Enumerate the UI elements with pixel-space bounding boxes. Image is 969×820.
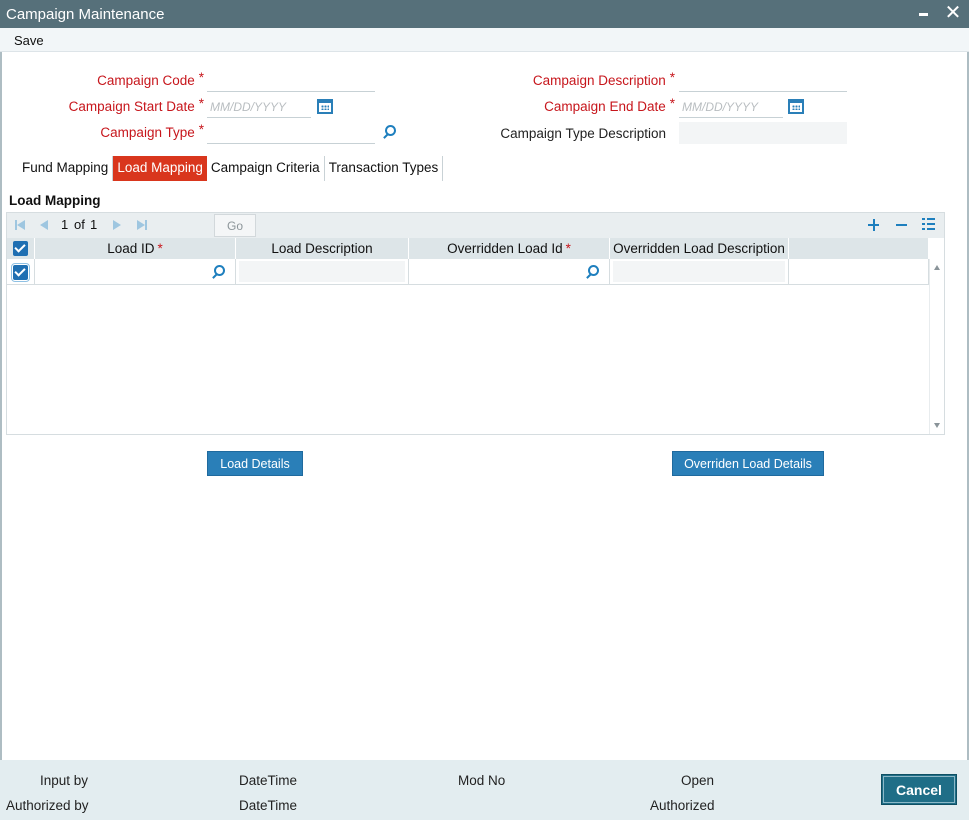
- campaign-end-date-label: Campaign End Date *: [544, 96, 675, 114]
- overridden-load-id-cell: [409, 259, 610, 285]
- column-header-empty: [789, 238, 929, 259]
- search-icon[interactable]: [382, 125, 396, 139]
- grid-header: Load ID * Load Description Overridden Loa…: [7, 238, 929, 259]
- section-title: Load Mapping: [9, 193, 101, 208]
- campaign-start-date-input[interactable]: [207, 96, 311, 118]
- last-page-icon[interactable]: [135, 218, 149, 232]
- empty-cell: [789, 259, 929, 285]
- campaign-code-input[interactable]: [207, 70, 375, 92]
- campaign-code-label: Campaign Code *: [97, 70, 204, 88]
- campaign-description-input[interactable]: [679, 70, 847, 92]
- menu-bar: Save: [0, 28, 969, 52]
- close-icon[interactable]: ✕: [944, 2, 962, 24]
- search-icon[interactable]: [211, 265, 225, 279]
- campaign-end-date-input[interactable]: [679, 96, 783, 118]
- mod-no-label: Mod No: [458, 773, 506, 788]
- first-page-icon[interactable]: [13, 218, 27, 232]
- campaign-start-date-label-text: Campaign Start Date: [68, 99, 195, 114]
- campaign-type-description-input: [679, 122, 847, 144]
- scroll-up-icon[interactable]: [934, 265, 940, 270]
- column-header-overridden-load-id[interactable]: Overridden Load Id *: [409, 238, 610, 259]
- required-mark: *: [198, 70, 204, 85]
- load-description-cell: [236, 259, 409, 285]
- grid-vertical-scrollbar[interactable]: [929, 259, 944, 434]
- pager-current-page: 1: [61, 217, 69, 232]
- column-header-load-id[interactable]: Load ID *: [35, 238, 236, 259]
- row-checkbox[interactable]: [11, 263, 30, 282]
- calendar-icon[interactable]: [788, 99, 804, 114]
- required-mark: *: [198, 96, 204, 111]
- overriden-load-details-button[interactable]: Overriden Load Details: [672, 451, 824, 476]
- grid-pager: 1 of 1 Go: [7, 213, 944, 238]
- scroll-down-icon[interactable]: [934, 423, 940, 428]
- table-row: [7, 259, 929, 285]
- row-select-cell: [7, 259, 35, 285]
- input-datetime-label: DateTime: [239, 773, 298, 788]
- campaign-type-label: Campaign Type *: [100, 122, 204, 140]
- column-header-label: Load ID: [107, 241, 155, 256]
- campaign-description-label-text: Campaign Description: [532, 73, 666, 88]
- tab-fund-mapping[interactable]: Fund Mapping: [14, 156, 114, 181]
- authorization-status-label: Authorized: [650, 798, 715, 813]
- required-mark: *: [565, 241, 571, 256]
- campaign-start-date-label: Campaign Start Date *: [68, 96, 204, 114]
- tab-strip: Fund Mapping Load Mapping Campaign Crite…: [14, 156, 444, 181]
- save-menu-item[interactable]: Save: [14, 33, 44, 48]
- campaign-type-input[interactable]: [207, 122, 375, 144]
- required-mark: *: [669, 70, 675, 85]
- column-header-label: Overridden Load Id: [447, 241, 563, 256]
- column-header-load-description[interactable]: Load Description: [236, 238, 409, 259]
- campaign-type-label-text: Campaign Type: [100, 125, 195, 140]
- authorized-by-label: Authorized by: [6, 798, 89, 813]
- campaign-code-label-text: Campaign Code: [97, 73, 195, 88]
- campaign-type-description-label: Campaign Type Description: [500, 126, 666, 141]
- load-id-input[interactable]: [37, 261, 207, 282]
- overridden-load-id-input[interactable]: [411, 261, 581, 282]
- go-button[interactable]: Go: [214, 214, 256, 237]
- tab-campaign-criteria[interactable]: Campaign Criteria: [207, 156, 325, 181]
- authorized-datetime-label: DateTime: [239, 798, 298, 813]
- pager-of-label: of: [74, 217, 85, 232]
- search-icon[interactable]: [585, 265, 599, 279]
- cancel-button[interactable]: Cancel: [881, 774, 957, 805]
- plus-icon[interactable]: [867, 216, 881, 234]
- campaign-end-date-label-text: Campaign End Date: [544, 99, 666, 114]
- minimize-icon[interactable]: [916, 4, 932, 22]
- tab-load-mapping[interactable]: Load Mapping: [113, 156, 207, 181]
- column-header-overridden-load-description[interactable]: Overridden Load Description: [610, 238, 789, 259]
- required-mark: *: [669, 96, 675, 111]
- window-title-bar: Campaign Maintenance ✕: [0, 0, 969, 28]
- required-mark: *: [198, 122, 204, 137]
- pager-total-pages: 1: [90, 217, 98, 232]
- select-all-checkbox[interactable]: [13, 241, 28, 256]
- select-all-cell: [7, 238, 35, 259]
- load-mapping-grid: 1 of 1 Go Load ID * Load Description Over…: [6, 212, 945, 435]
- required-mark: *: [157, 241, 163, 256]
- input-by-label: Input by: [40, 773, 89, 788]
- overridden-load-description-cell: [610, 259, 789, 285]
- window-frame-left: [0, 52, 2, 760]
- record-status-label: Open: [681, 773, 715, 788]
- campaign-description-label: Campaign Description *: [532, 70, 675, 88]
- tab-transaction-types[interactable]: Transaction Types: [325, 156, 444, 181]
- calendar-icon[interactable]: [317, 99, 333, 114]
- load-id-cell: [35, 259, 236, 285]
- audit-footer: Input by DateTime Mod No Open Authorized…: [0, 760, 969, 820]
- previous-page-icon[interactable]: [37, 218, 51, 232]
- minus-icon[interactable]: [895, 216, 909, 234]
- load-details-button[interactable]: Load Details: [207, 451, 303, 476]
- list-view-icon[interactable]: [922, 217, 936, 231]
- next-page-icon[interactable]: [110, 218, 124, 232]
- window-title: Campaign Maintenance: [6, 6, 165, 23]
